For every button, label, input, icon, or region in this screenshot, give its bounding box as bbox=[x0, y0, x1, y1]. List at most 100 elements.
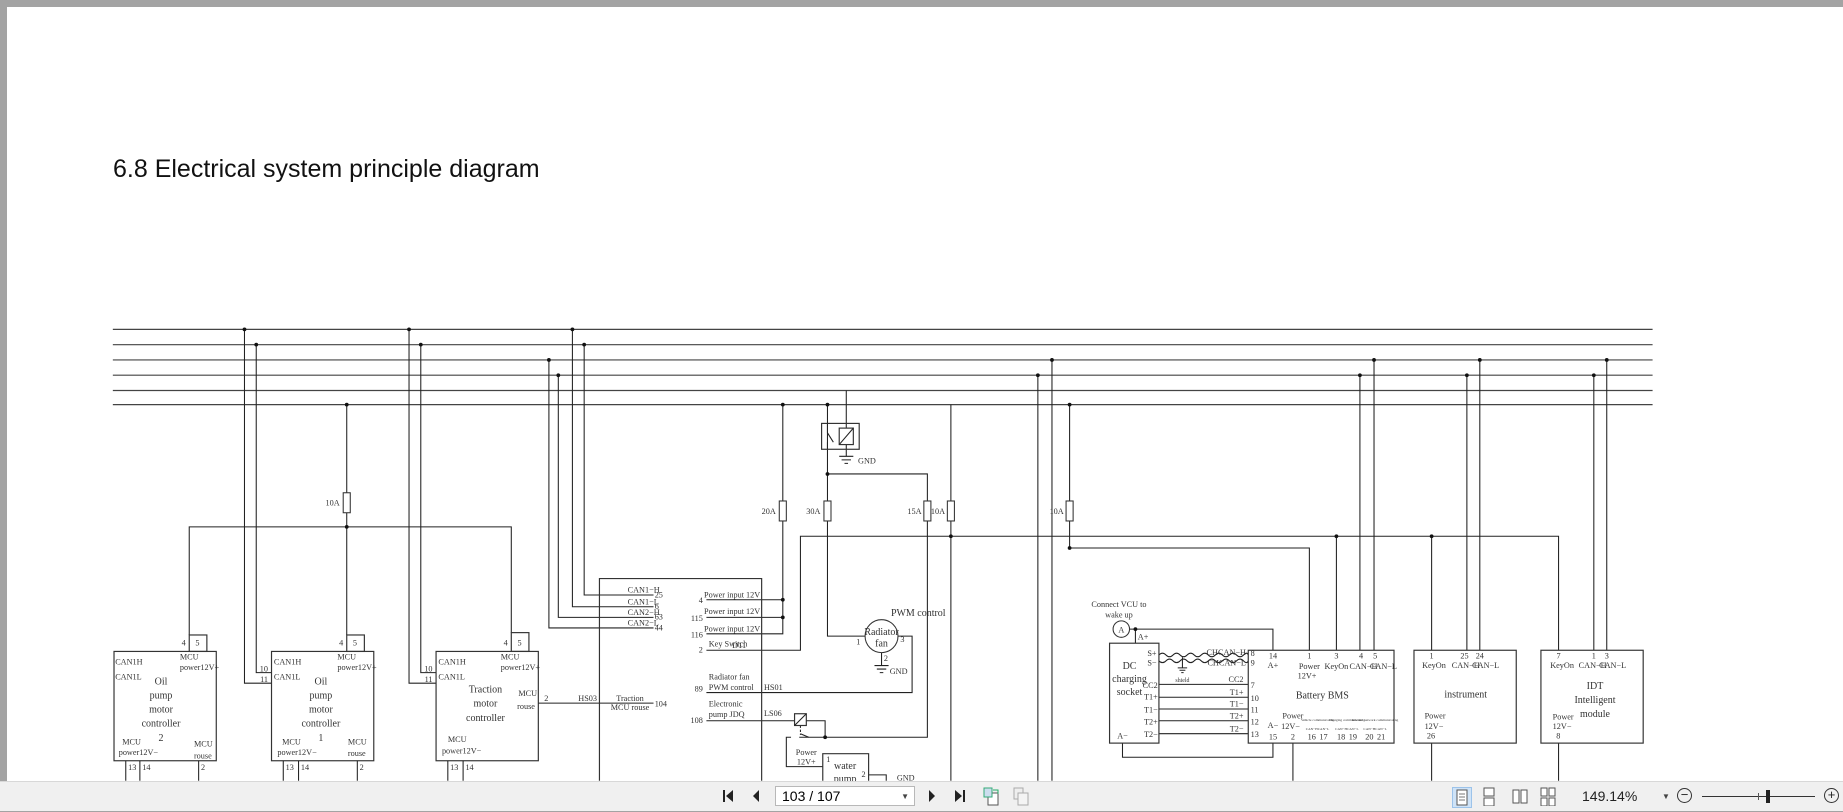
zoom-out-button[interactable]: − bbox=[1677, 788, 1692, 803]
junction-dot bbox=[825, 402, 830, 407]
junction-dot bbox=[242, 327, 247, 332]
diagram-label: 2 bbox=[201, 763, 205, 772]
diagram-label: Power input 12V bbox=[704, 624, 760, 633]
diagram-label: 20A bbox=[762, 507, 776, 516]
fuse-15a: 15A bbox=[907, 500, 932, 522]
diagram-label: 9 bbox=[1251, 659, 1255, 668]
rotate-button[interactable] bbox=[982, 786, 1002, 806]
junction-dot bbox=[547, 358, 551, 362]
diagram-label: shield bbox=[1175, 678, 1189, 684]
diagram-shape bbox=[1335, 359, 1433, 651]
diagram-label: socket bbox=[1117, 687, 1143, 698]
diagram-label: 2 bbox=[699, 646, 703, 655]
diagram-label: controller bbox=[466, 713, 505, 724]
continuous-page-icon bbox=[1483, 787, 1495, 807]
diagram-label: PWM control bbox=[891, 608, 946, 619]
junction-dot bbox=[1035, 373, 1040, 378]
diagram-shape bbox=[1548, 797, 1556, 807]
copy-page-icon bbox=[1013, 787, 1029, 806]
diagram-label: Internal network communicating bbox=[1352, 718, 1398, 722]
single-page-view-button[interactable] bbox=[1452, 787, 1472, 808]
diagram-label: KeyOn bbox=[1325, 662, 1349, 671]
junction-dot bbox=[949, 534, 953, 539]
diagram-label: power12V− bbox=[442, 747, 482, 756]
rotate-page-icon bbox=[983, 787, 999, 806]
diagram-shape bbox=[950, 359, 1053, 781]
power-bus bbox=[112, 328, 1653, 406]
diagram-label: 10 bbox=[1251, 694, 1259, 703]
diagram-shape bbox=[342, 492, 351, 514]
idt-intelligent-module: 7 KeyOn 1 CAN−H 3 CAN−L IDT Intelligent … bbox=[1540, 649, 1644, 744]
diagram-label: 1 bbox=[1307, 651, 1311, 660]
diagram-shape bbox=[778, 500, 787, 522]
zoom-level[interactable]: 149.14% bbox=[1582, 788, 1637, 804]
diagram-label: 20 bbox=[1365, 733, 1373, 742]
copy-button[interactable] bbox=[1011, 786, 1031, 806]
page-dropdown-icon[interactable]: ▼ bbox=[901, 792, 909, 801]
diagram-label: 19 bbox=[1349, 733, 1357, 742]
diagram-label: GND bbox=[897, 774, 915, 781]
diagram-label: Radiator fan bbox=[709, 673, 750, 682]
diagram-label: Battery BMS bbox=[1296, 690, 1349, 701]
page-number-input[interactable]: 103 / 107 ▼ bbox=[775, 786, 915, 806]
diagram-label: 8 bbox=[1251, 649, 1255, 658]
two-page-view-button[interactable] bbox=[1512, 787, 1528, 806]
diagram-label: Power bbox=[796, 748, 817, 757]
diagram-label: 2 bbox=[360, 763, 364, 772]
diagram-label: CAN−L bbox=[1318, 727, 1330, 731]
diagram-label: T1+ bbox=[1230, 688, 1244, 697]
diagram-label: HS01 bbox=[764, 683, 783, 692]
zoom-slider-thumb[interactable] bbox=[1766, 790, 1770, 803]
oil-pump-motor-controller-1: 10 11 4 5 CAN1H CAN1L MCU power12V+ Oil … bbox=[260, 634, 377, 781]
diagram-label: MCU bbox=[180, 653, 199, 662]
junction-dot bbox=[1334, 534, 1339, 539]
diagram-shape bbox=[1512, 789, 1520, 804]
diagram-shape bbox=[188, 404, 512, 635]
continuous-view-button[interactable] bbox=[1481, 787, 1497, 807]
diagram-label: CAN−H bbox=[1335, 727, 1347, 731]
vehicle-control-unit: CAN1−H25 CAN1−L6 CAN2−H63 CAN2−L44 Tract… bbox=[598, 577, 783, 781]
previous-page-button[interactable] bbox=[748, 786, 764, 806]
diagram-label: 2 bbox=[862, 770, 866, 779]
diagram-shape bbox=[112, 328, 1653, 406]
diagram-label: 104 bbox=[655, 700, 667, 709]
diagram-label: KeyOn bbox=[1422, 661, 1446, 670]
diagram-label: pump bbox=[310, 690, 333, 701]
diagram-shape bbox=[826, 423, 834, 450]
main-relay: GND bbox=[821, 422, 876, 465]
zoom-dropdown-icon[interactable]: ▼ bbox=[1662, 792, 1670, 801]
next-page-button[interactable] bbox=[924, 786, 940, 806]
last-page-button[interactable] bbox=[950, 786, 968, 806]
diagram-label: 116 bbox=[691, 630, 703, 639]
last-page-icon bbox=[955, 790, 965, 802]
diagram-shape bbox=[125, 760, 200, 781]
single-page-icon bbox=[1456, 789, 1468, 806]
diagram-label: 3 bbox=[900, 635, 904, 644]
diagram-label: MCU bbox=[122, 737, 141, 746]
oil-pump-motor-controller-2: 4 5 CAN1H CAN1L MCU power12V+ Oil pump m… bbox=[113, 634, 220, 781]
previous-page-icon bbox=[753, 790, 759, 802]
diagram-label: power12V+ bbox=[337, 663, 377, 672]
diagram-label: GND bbox=[858, 456, 876, 465]
diagram-label: 4 bbox=[182, 639, 186, 648]
water-pump: Power 12V+ 1 water pump 2 GND bbox=[796, 748, 915, 781]
diagram-shape bbox=[1065, 500, 1074, 522]
diagram-shape bbox=[706, 404, 784, 635]
zoom-in-button[interactable]: + bbox=[1824, 788, 1839, 803]
diagram-label: Traction bbox=[469, 685, 502, 696]
diagram-label: 12V+ bbox=[1298, 671, 1317, 680]
junction-dot bbox=[825, 472, 830, 476]
diagram-label: 4 bbox=[339, 639, 343, 648]
fuse-10a-controllers: 10A bbox=[326, 492, 351, 514]
two-page-icon bbox=[1512, 789, 1528, 804]
junction-dot bbox=[582, 342, 587, 347]
junction-dot bbox=[1604, 358, 1609, 362]
two-page-continuous-view-button[interactable] bbox=[1540, 787, 1556, 807]
diagram-label: 13 bbox=[286, 763, 294, 772]
diagram-label: KeyOn bbox=[1550, 661, 1574, 670]
first-page-button[interactable] bbox=[720, 786, 738, 806]
diagram-label: 13 bbox=[128, 763, 136, 772]
diagram-label: DC bbox=[1123, 661, 1137, 672]
diagram-label: motor bbox=[149, 705, 174, 716]
diagram-label: LS06 bbox=[764, 709, 782, 718]
